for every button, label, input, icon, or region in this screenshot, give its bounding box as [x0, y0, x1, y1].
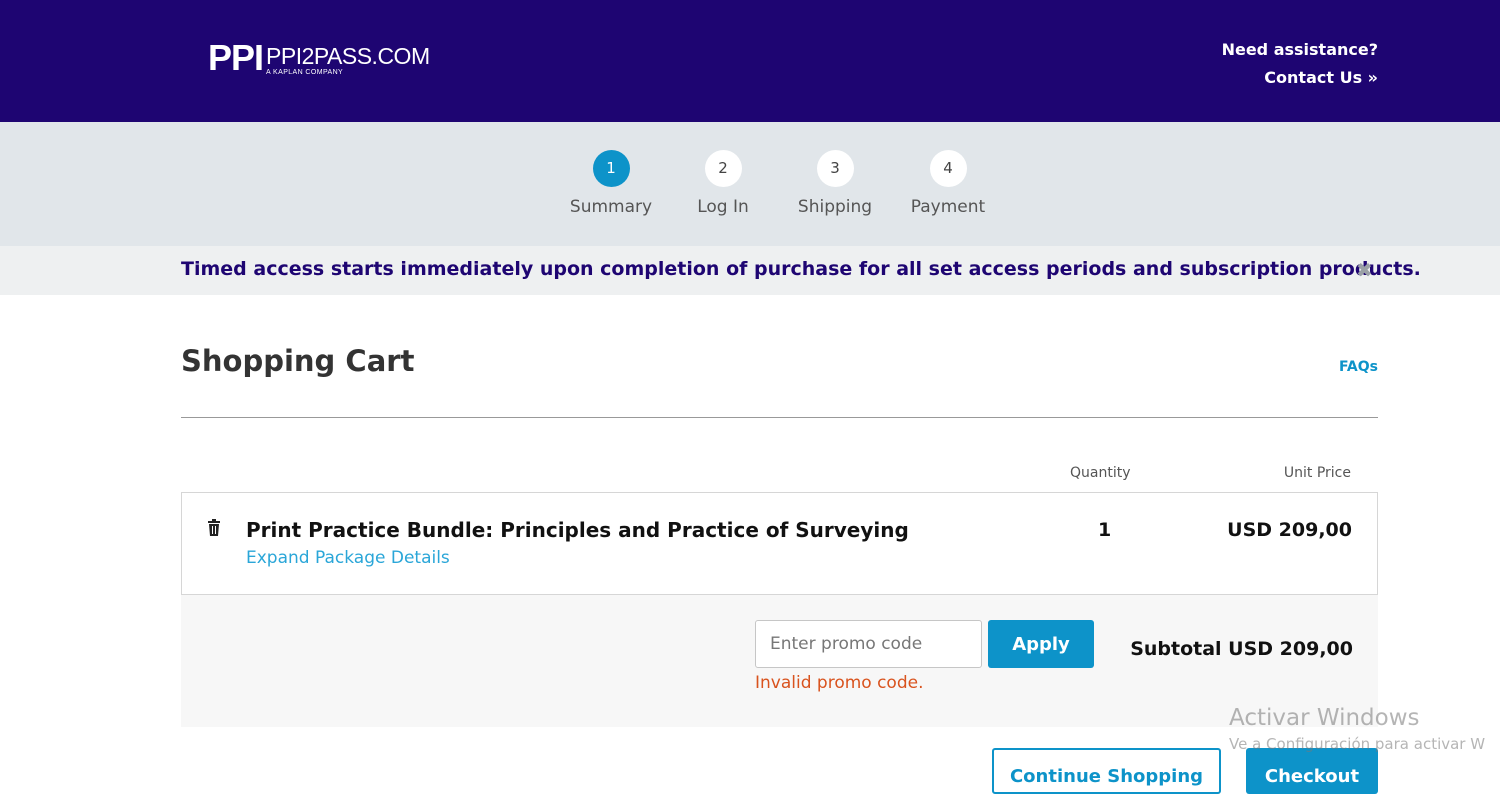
promo-code-input[interactable]	[755, 620, 982, 668]
step-label: Log In	[697, 197, 749, 217]
timed-access-notice: Timed access starts immediately upon com…	[0, 246, 1500, 295]
logo-site-name: PPI2PASS.COM	[266, 43, 430, 69]
expand-package-details-link[interactable]: Expand Package Details	[246, 548, 450, 568]
divider	[181, 417, 1378, 418]
step-summary[interactable]: 1 Summary	[551, 150, 671, 217]
step-number: 1	[592, 150, 630, 187]
promo-error-message: Invalid promo code.	[755, 673, 924, 693]
logo-tagline: A KAPLAN COMPANY	[266, 69, 344, 76]
quantity-column-header: Quantity	[1070, 465, 1131, 481]
checkout-button[interactable]: Checkout	[1246, 748, 1378, 794]
item-unit-price: USD 209,00	[1227, 519, 1352, 541]
assistance-text: Need assistance?	[1221, 40, 1378, 59]
trash-icon[interactable]	[206, 519, 222, 537]
cart-summary: Apply Invalid promo code. Subtotal USD 2…	[181, 595, 1378, 727]
logo-mark: PPI	[208, 37, 264, 78]
step-shipping[interactable]: 3 Shipping	[775, 150, 895, 217]
notice-text: Timed access starts immediately upon com…	[181, 258, 1421, 280]
assistance-block: Need assistance? Contact Us »	[1222, 36, 1378, 92]
unit-price-column-header: Unit Price	[1283, 465, 1351, 481]
watermark-subtitle: Ve a Configuración para activar W	[1229, 735, 1486, 753]
step-number: 3	[816, 150, 854, 187]
contact-us-link[interactable]: Contact Us »	[1264, 68, 1378, 87]
item-name: Print Practice Bundle: Principles and Pr…	[246, 518, 909, 542]
cart-item-row: Print Practice Bundle: Principles and Pr…	[181, 492, 1378, 595]
step-label: Payment	[910, 197, 986, 217]
continue-shopping-button[interactable]: Continue Shopping	[992, 748, 1221, 794]
item-quantity: 1	[1098, 519, 1112, 541]
windows-activation-watermark: Activar Windows Ve a Configuración para …	[1229, 705, 1485, 753]
ppi-logo[interactable]: PPI PPI2PASS.COM A KAPLAN COMPANY	[208, 37, 430, 78]
step-payment[interactable]: 4 Payment	[888, 150, 1008, 217]
apply-promo-button[interactable]: Apply	[988, 620, 1094, 668]
step-number: 2	[704, 150, 742, 187]
site-header: PPI PPI2PASS.COM A KAPLAN COMPANY Need a…	[0, 0, 1500, 122]
page-title: Shopping Cart	[181, 344, 415, 378]
step-number: 4	[929, 150, 967, 187]
subtotal: Subtotal USD 209,00	[1130, 638, 1353, 660]
step-log-in[interactable]: 2 Log In	[663, 150, 783, 217]
checkout-steps: 1 Summary 2 Log In 3 Shipping 4 Payment	[0, 122, 1500, 246]
faqs-link[interactable]: FAQs	[1339, 359, 1378, 375]
step-label: Shipping	[797, 197, 873, 217]
step-label: Summary	[569, 197, 653, 217]
watermark-title: Activar Windows	[1229, 705, 1420, 731]
close-icon[interactable]: ✖	[1356, 258, 1373, 282]
